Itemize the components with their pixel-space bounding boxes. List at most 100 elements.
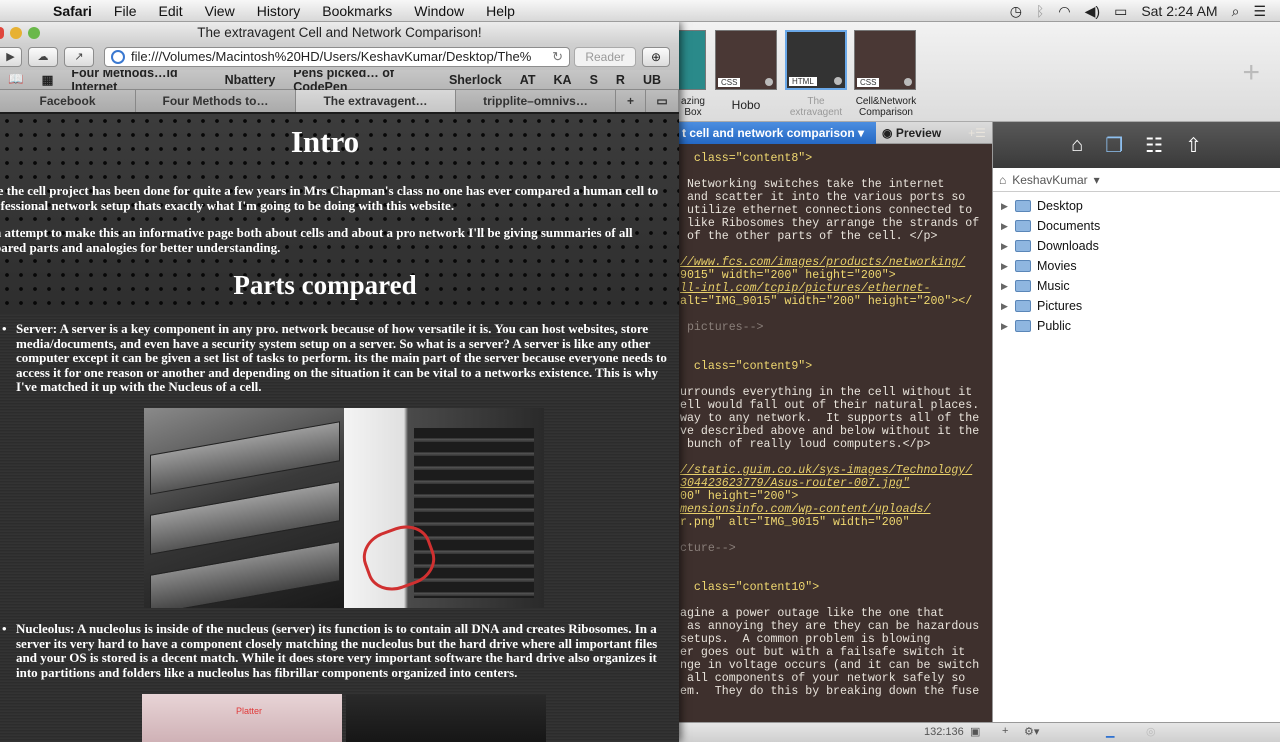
code-line[interactable]: nge in voltage occurs (and it can be swi… xyxy=(680,659,979,672)
clock[interactable]: Sat 2:24 AM xyxy=(1141,3,1217,19)
code-pane[interactable]: t cell and network comparison ▾ ◉ Previe… xyxy=(678,122,992,742)
code-line[interactable]: //static.guim.co.uk/sys-images/Technolog… xyxy=(680,464,972,477)
reader-button[interactable]: Reader xyxy=(574,47,636,67)
disclosure-triangle-icon[interactable]: ▶ xyxy=(1001,301,1013,312)
code-line[interactable]: alt="IMG_9015" width="200" height="200">… xyxy=(680,295,972,308)
bookmark-sherlock[interactable]: Sherlock xyxy=(449,73,502,87)
file-tab-3-active[interactable]: HTML xyxy=(785,30,847,90)
code-line[interactable]: as annoying they are they can be hazardo… xyxy=(680,620,979,633)
sync-icon[interactable]: ◎ xyxy=(1146,725,1156,738)
toggle-pane-icon[interactable]: ▣ xyxy=(970,725,980,738)
bookmark-s[interactable]: S xyxy=(590,73,598,87)
code-line[interactable]: utilize ethernet connections connected t… xyxy=(680,204,972,217)
code-line[interactable]: like Ribosomes they arrange the strands … xyxy=(680,217,979,230)
code-line[interactable]: agine a power outage like the one that xyxy=(680,607,944,620)
menu-app-safari[interactable]: Safari xyxy=(42,3,103,19)
address-bar[interactable]: file:///Volumes/Macintosh%20HD/Users/Kes… xyxy=(104,47,570,67)
downloads-button[interactable]: ⊕ xyxy=(642,47,670,67)
code-line[interactable]: 304423623779/Asus-router-007.jpg" xyxy=(680,477,910,490)
code-line[interactable]: 00" height="200"> xyxy=(680,490,798,503)
menu-file[interactable]: File xyxy=(103,3,148,19)
new-file-plus-icon[interactable]: + xyxy=(1242,56,1260,90)
code-line[interactable]: way to any network. It supports all of t… xyxy=(680,412,979,425)
disclosure-triangle-icon[interactable]: ▶ xyxy=(1001,201,1013,212)
file-crumb[interactable]: t cell and network comparison ▾ xyxy=(678,122,876,144)
notes-icon[interactable]: ☷ xyxy=(1145,133,1163,158)
bluetooth-icon[interactable]: ᛒ xyxy=(1036,3,1044,19)
code-line[interactable]: mensionsinfo.com/wp-content/uploads/ xyxy=(680,503,930,516)
folder-movies[interactable]: ▶ Movies xyxy=(993,256,1280,276)
disclosure-triangle-icon[interactable]: ▶ xyxy=(1001,261,1013,272)
code-line[interactable]: ve described above and below without it … xyxy=(680,425,979,438)
folder-desktop[interactable]: ▶ Desktop xyxy=(993,196,1280,216)
battery-icon[interactable]: ▭ xyxy=(1114,3,1127,20)
tab-tripplite[interactable]: tripplite–omnivs… xyxy=(456,90,616,112)
code-line[interactable]: bunch of really loud computers.</p> xyxy=(680,438,931,451)
close-icon[interactable] xyxy=(904,78,912,86)
code-line[interactable]: Networking switches take the internet xyxy=(680,178,944,191)
code-line[interactable]: of the other parts of the cell. </p> xyxy=(680,230,937,243)
disclosure-triangle-icon[interactable]: ▶ xyxy=(1001,281,1013,292)
menu-window[interactable]: Window xyxy=(403,3,475,19)
folder-pictures[interactable]: ▶ Pictures xyxy=(993,296,1280,316)
path-user[interactable]: KeshavKumar xyxy=(1012,173,1087,187)
code-line[interactable]: //www.fcs.com/images/products/networking… xyxy=(680,256,965,269)
disclosure-triangle-icon[interactable]: ▶ xyxy=(1001,241,1013,252)
code-line[interactable]: class="content8"> xyxy=(680,152,812,165)
close-window-icon[interactable] xyxy=(0,27,4,39)
menu-bookmarks[interactable]: Bookmarks xyxy=(311,3,403,19)
gear-icon[interactable]: ⚙▾ xyxy=(1024,725,1039,738)
file-tab-1[interactable] xyxy=(678,30,706,90)
close-icon[interactable] xyxy=(834,77,842,85)
code-line[interactable]: class="content9"> xyxy=(680,360,812,373)
minimize-window-icon[interactable] xyxy=(10,27,22,39)
tab-extravagent[interactable]: The extravagent… xyxy=(296,90,456,112)
home-icon[interactable]: ⌂ xyxy=(1071,134,1083,157)
reload-icon[interactable]: ↻ xyxy=(552,48,563,66)
time-machine-icon[interactable]: ◷ xyxy=(1010,3,1022,20)
tab-facebook[interactable]: Facebook xyxy=(0,90,136,112)
web-content[interactable]: Intro le the cell project has been done … xyxy=(0,114,679,742)
code-line[interactable]: 9015" width="200" height="200"> xyxy=(680,269,896,282)
folder-public[interactable]: ▶ Public xyxy=(993,316,1280,336)
folder-documents[interactable]: ▶ Documents xyxy=(993,216,1280,236)
tab-four-methods[interactable]: Four Methods to… xyxy=(136,90,296,112)
icloud-tabs-button[interactable]: ☁ xyxy=(28,47,58,67)
file-tab-4[interactable]: CSS xyxy=(854,30,916,90)
code-line[interactable]: er goes out but with a failsafe switch i… xyxy=(680,646,965,659)
menu-history[interactable]: History xyxy=(246,3,312,19)
spotlight-search-icon[interactable]: ⌕ xyxy=(1232,3,1240,20)
reading-list-icon[interactable]: 📖 xyxy=(8,72,24,87)
code-line[interactable]: setups. A common problem is blowing xyxy=(680,633,930,646)
window-titlebar[interactable]: The extravagent Cell and Network Compari… xyxy=(0,22,679,44)
list-menu-icon[interactable]: ☰ xyxy=(1253,3,1266,20)
code-line[interactable]: and scatter it into the various ports so xyxy=(680,191,965,204)
code-line[interactable]: urrounds everything in the cell without … xyxy=(680,386,972,399)
bookmark-ka[interactable]: KA xyxy=(554,73,572,87)
upload-icon[interactable]: ⇧ xyxy=(1185,133,1202,158)
code-line[interactable]: ll-intl.com/tcpip/pictures/ethernet- xyxy=(680,282,930,295)
wifi-icon[interactable]: ◠ xyxy=(1058,3,1070,20)
volume-icon[interactable]: ◀) xyxy=(1085,3,1100,20)
code-line[interactable]: all components of your network safely so xyxy=(680,672,965,685)
bookmark-at[interactable]: AT xyxy=(520,73,536,87)
add-pane-button[interactable]: +☰ xyxy=(962,122,992,144)
new-tab-button[interactable]: + xyxy=(616,90,646,112)
menu-help[interactable]: Help xyxy=(475,3,526,19)
zoom-window-icon[interactable] xyxy=(28,27,40,39)
preview-button[interactable]: ◉ Preview xyxy=(878,122,954,144)
show-all-tabs-icon[interactable]: ▭ xyxy=(646,90,679,112)
folder-downloads[interactable]: ▶ Downloads xyxy=(993,236,1280,256)
disclosure-triangle-icon[interactable]: ▶ xyxy=(1001,221,1013,232)
forward-button[interactable]: ▶ xyxy=(0,47,22,67)
bookmark-nbattery[interactable]: Nbattery xyxy=(225,73,276,87)
share-button[interactable]: ↗ xyxy=(64,47,94,67)
disk-icon[interactable]: ▁ xyxy=(1106,725,1114,738)
add-icon[interactable]: + xyxy=(1002,725,1008,737)
chevron-down-icon[interactable]: ▾ xyxy=(1094,173,1100,187)
bookmark-ub[interactable]: UB xyxy=(643,73,661,87)
disclosure-triangle-icon[interactable]: ▶ xyxy=(1001,321,1013,332)
code-line[interactable]: r.png" alt="IMG_9015" width="200" xyxy=(680,516,910,529)
folder-music[interactable]: ▶ Music xyxy=(993,276,1280,296)
path-bar[interactable]: ⌂ KeshavKumar ▾ xyxy=(993,168,1280,192)
